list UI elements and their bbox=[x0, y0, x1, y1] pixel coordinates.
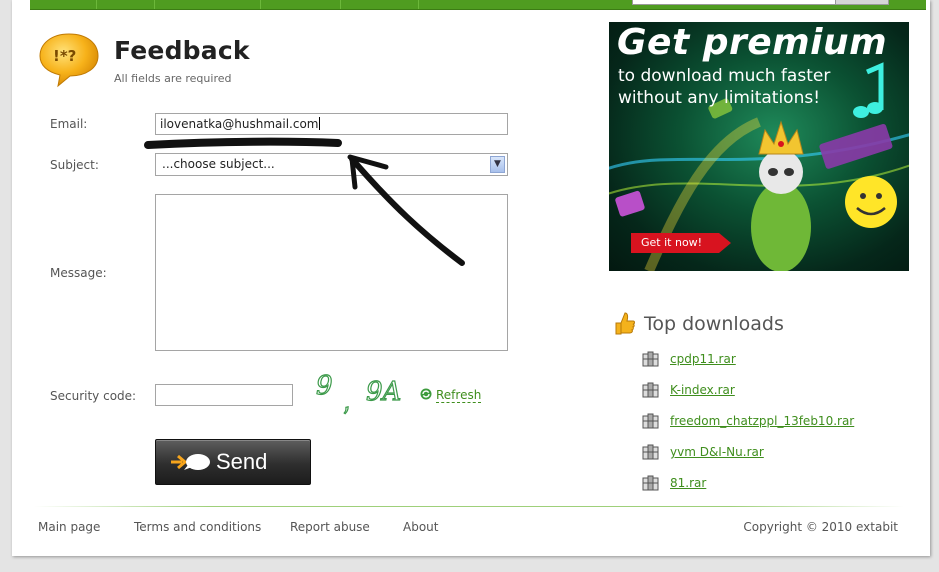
archive-file-icon bbox=[642, 351, 659, 367]
svg-text:!*?: !*? bbox=[53, 47, 76, 65]
email-value: ilovenatka@hushmail.com bbox=[160, 117, 319, 131]
get-it-now-button[interactable]: Get it now! bbox=[631, 233, 731, 253]
page-container: !*? Feedback All fields are required Ema… bbox=[12, 0, 930, 556]
nav-separator bbox=[260, 0, 261, 9]
email-field[interactable]: ilovenatka@hushmail.com bbox=[155, 113, 508, 135]
banner-line-1: to download much faster bbox=[618, 66, 831, 86]
email-label: Email: bbox=[50, 117, 88, 131]
footer-link-main-page[interactable]: Main page bbox=[38, 520, 100, 534]
message-label: Message: bbox=[50, 266, 107, 280]
download-link[interactable]: freedom_chatzppl_13feb10.rar bbox=[670, 414, 854, 428]
nav-separator bbox=[96, 0, 97, 9]
captcha-image: 9 , 9A bbox=[316, 370, 402, 417]
download-link[interactable]: yvm D&I-Nu.rar bbox=[670, 445, 764, 459]
hand-drawn-arrow-annotation bbox=[144, 137, 465, 266]
top-downloads-title: Top downloads bbox=[644, 313, 784, 335]
chevron-down-icon[interactable]: ▼ bbox=[490, 156, 505, 173]
refresh-icon bbox=[420, 388, 432, 400]
download-link[interactable]: cpdp11.rar bbox=[670, 352, 736, 366]
page-subtitle: All fields are required bbox=[114, 72, 232, 85]
security-code-input[interactable] bbox=[155, 384, 293, 406]
security-code-label: Security code: bbox=[50, 389, 137, 403]
nav-separator bbox=[340, 0, 341, 9]
refresh-captcha-link[interactable]: Refresh bbox=[420, 388, 482, 403]
archive-file-icon bbox=[642, 413, 659, 429]
text-caret bbox=[319, 117, 321, 130]
footer-link-about[interactable]: About bbox=[403, 520, 438, 534]
footer-link-terms[interactable]: Terms and conditions bbox=[134, 520, 261, 534]
banner-title: Get premium bbox=[617, 22, 888, 63]
download-link[interactable]: K-index.rar bbox=[670, 383, 735, 397]
send-button[interactable]: Send bbox=[155, 439, 311, 485]
copyright-text: Copyright © 2010 extabit bbox=[743, 520, 898, 534]
nav-separator bbox=[418, 0, 419, 9]
subject-label: Subject: bbox=[50, 158, 99, 172]
download-link[interactable]: 81.rar bbox=[670, 476, 706, 490]
footer-divider bbox=[34, 506, 904, 507]
archive-file-icon bbox=[642, 382, 659, 398]
thumbs-up-icon bbox=[615, 312, 635, 335]
send-arrow-icon bbox=[171, 454, 210, 470]
svg-text:9: 9 bbox=[316, 371, 333, 401]
top-search-input[interactable] bbox=[632, 0, 889, 5]
premium-banner[interactable]: Get premium to download much faster with… bbox=[609, 22, 909, 271]
page-title: Feedback bbox=[114, 36, 250, 65]
footer-link-report-abuse[interactable]: Report abuse bbox=[290, 520, 370, 534]
top-nav-bar bbox=[30, 0, 926, 10]
speech-bubble-icon: !*? bbox=[39, 33, 99, 88]
archive-file-icon bbox=[642, 475, 659, 491]
nav-separator bbox=[154, 0, 155, 9]
send-label: Send bbox=[216, 449, 268, 474]
svg-text:9A: 9A bbox=[366, 377, 401, 407]
archive-file-icon bbox=[642, 444, 659, 460]
top-search-button[interactable] bbox=[835, 0, 888, 4]
refresh-label[interactable]: Refresh bbox=[436, 388, 482, 403]
banner-line-2: without any limitations! bbox=[618, 88, 821, 108]
svg-text:,: , bbox=[337, 388, 352, 417]
